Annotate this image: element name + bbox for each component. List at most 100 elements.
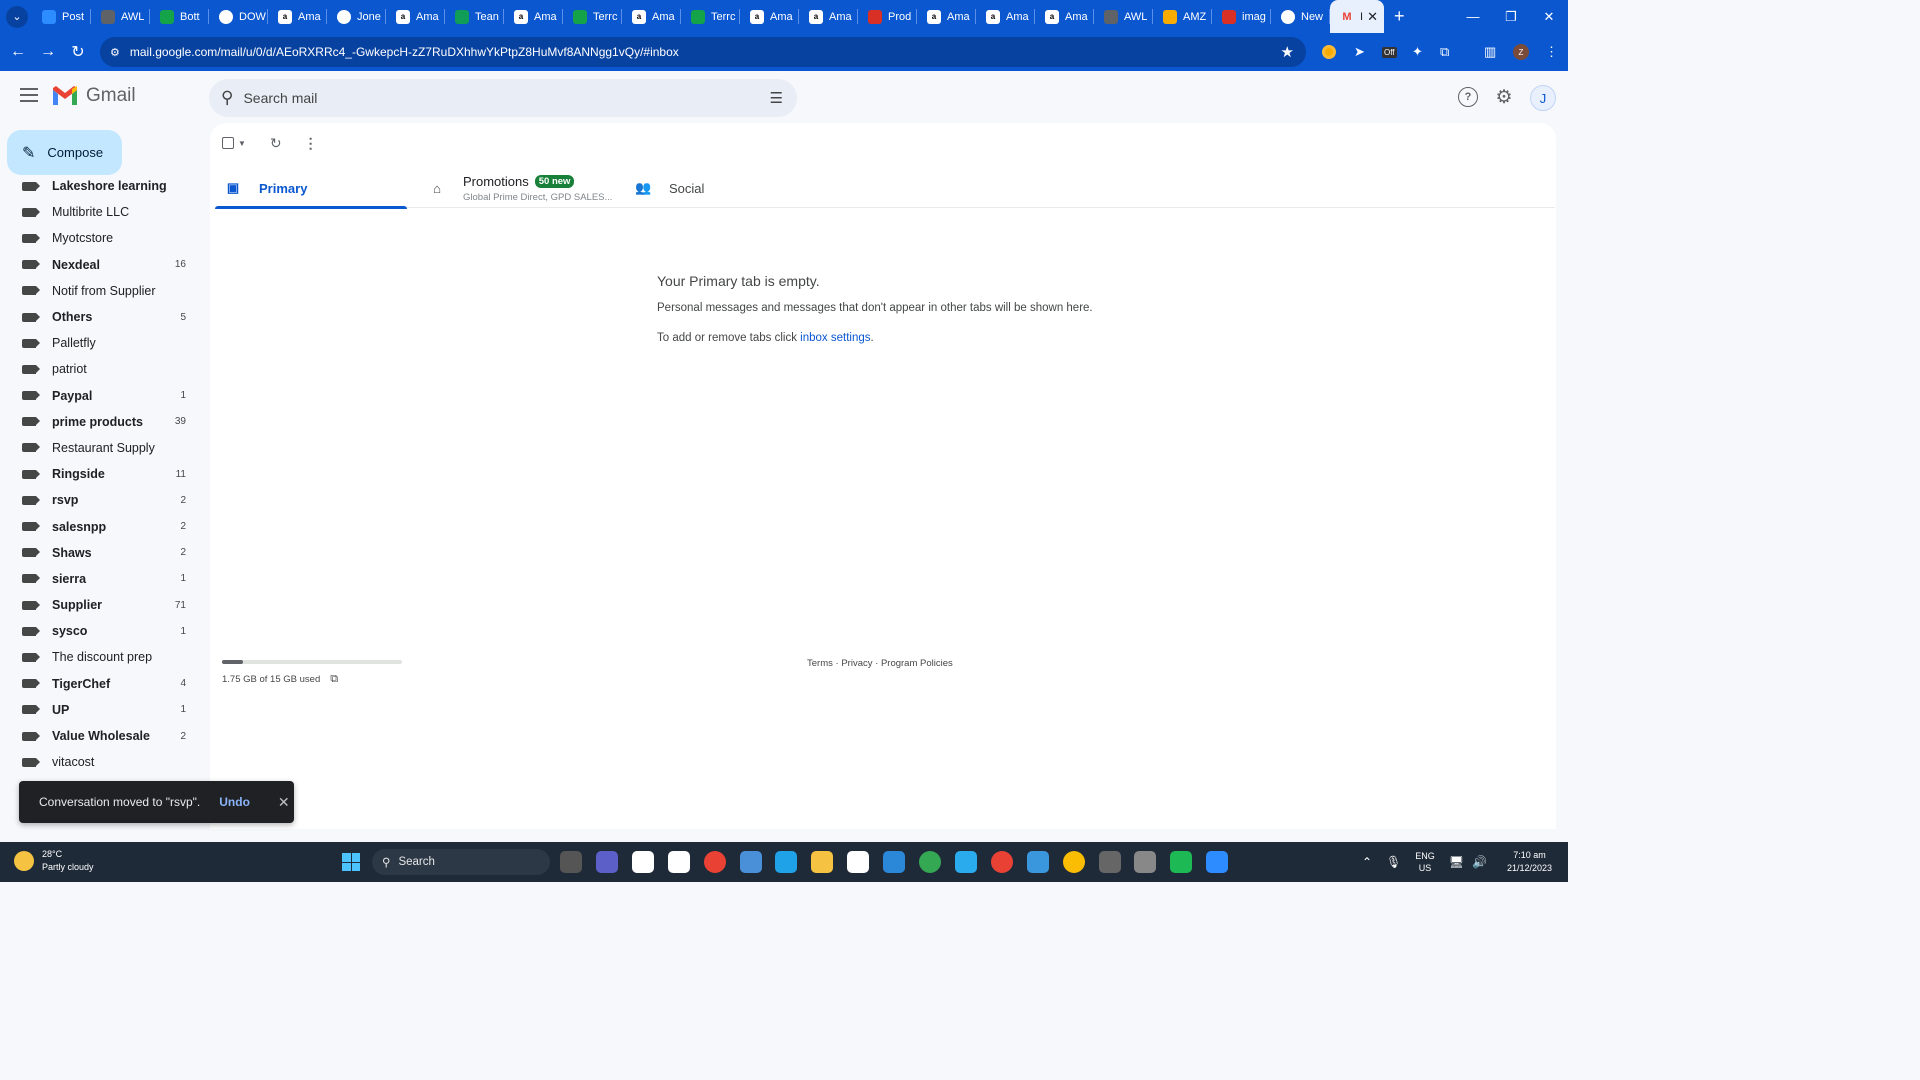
sidebar-label-item[interactable]: Ringside 11 [0,461,208,487]
sidebar-label-item[interactable]: Others 5 [0,304,208,330]
extension-arrow-icon[interactable]: ➤ [1354,33,1365,71]
sidebar-label-item[interactable]: Multibrite LLC [0,199,208,225]
browser-tab[interactable]: Bott [150,0,209,33]
forward-button[interactable]: → [33,37,63,67]
sidebar-label-item[interactable]: sierra 1 [0,566,208,592]
sidebar-label-item[interactable]: Shaws 2 [0,540,208,566]
compose-button[interactable]: ✎ Compose [7,130,122,175]
start-menu-icon[interactable] [342,853,360,871]
refresh-icon[interactable]: ↻ [270,135,282,152]
browser-tab[interactable]: a Ama [386,0,445,33]
policies-link[interactable]: Program Policies [881,658,953,669]
gmail-logo[interactable]: Gmail [52,85,136,107]
close-toast-icon[interactable]: ✕ [278,794,290,811]
account-avatar[interactable]: J [1530,85,1556,111]
sidebar-label-item[interactable]: The discount prep [0,644,208,670]
browser-tab[interactable]: Terrc [681,0,740,33]
more-options-icon[interactable]: ⋮ [304,135,318,152]
spotify-app-icon[interactable] [1170,851,1193,873]
extension-puzzle-small-icon[interactable]: ✦ [1412,33,1423,71]
browser-tab[interactable]: AWL [91,0,150,33]
tray-overflow-icon[interactable]: ⌃ [1362,855,1372,869]
edge-app-icon[interactable] [775,851,798,873]
sidebar-label-item[interactable]: vitacost [0,749,208,775]
search-options-icon[interactable]: ☰ [770,89,783,107]
mail-app-icon[interactable] [883,851,906,873]
browser-tab[interactable]: a Ama [268,0,327,33]
undo-button[interactable]: Undo [219,795,250,809]
zoom-app-icon[interactable] [1206,851,1229,873]
sidebar-label-item[interactable]: TigerChef 4 [0,671,208,697]
settings-app-icon[interactable] [1134,851,1157,873]
profile-avatar[interactable]: Z [1513,33,1529,71]
restore-button[interactable]: ❐ [1492,0,1530,33]
browser-tab[interactable]: Jone [327,0,386,33]
sidebar-label-item[interactable]: Palletfly [0,330,208,356]
chrome-app-icon[interactable] [703,851,726,873]
browser-tab[interactable]: DOW [209,0,268,33]
language-indicator[interactable]: ENG US [1415,850,1435,874]
sidebar-label-item[interactable]: Notif from Supplier [0,278,208,304]
sidebar-label-item[interactable]: Nexdeal 16 [0,252,208,278]
calculator-app-icon[interactable] [1098,851,1121,873]
address-bar[interactable]: ⚙ mail.google.com/mail/u/0/d/AEoRXRRc4_-… [100,37,1306,67]
search-input[interactable]: Search mail [243,90,317,106]
sidebar-label-item[interactable]: Restaurant Supply [0,435,208,461]
stocks-app-icon[interactable] [847,851,870,873]
search-bar[interactable]: ⚲ Search mail ☰ [209,79,797,117]
sidebar-label-item[interactable]: sysco 1 [0,618,208,644]
microphone-icon[interactable]: 🎙 [1386,855,1401,869]
sidebar-label-item[interactable]: Myotcstore [0,225,208,251]
extension-off-icon[interactable]: Off [1382,33,1397,71]
weather-widget[interactable]: 28°C Partly cloudy [14,848,94,874]
notepad-app-icon[interactable] [1026,851,1049,873]
inbox-settings-link[interactable]: inbox settings [800,332,870,344]
chrome-app-icon-3[interactable] [990,851,1013,873]
taskbar-search[interactable]: ⚲ Search [372,849,550,875]
browser-tab[interactable]: New [1271,0,1330,33]
terms-link[interactable]: Terms [807,658,833,669]
close-tab-icon[interactable]: ✕ [1367,9,1378,25]
site-info-icon[interactable]: ⚙ [110,46,120,59]
browser-tab[interactable]: Tean [445,0,504,33]
tab-primary[interactable]: ▣ Primary [215,168,407,209]
browser-tab[interactable]: a Ama [799,0,858,33]
browser-tab[interactable]: a Ama [622,0,681,33]
browser-tab[interactable]: AWL [1094,0,1153,33]
chrome-app-icon-4[interactable] [1062,851,1085,873]
sidebar-label-item[interactable]: UP 1 [0,697,208,723]
side-panel-icon[interactable]: ▥ [1484,33,1496,71]
sidebar-label-item[interactable]: Value Wholesale 2 [0,723,208,749]
help-icon[interactable]: ? [1458,87,1478,107]
browser-tab[interactable]: AMZ [1153,0,1212,33]
new-tab-button[interactable]: + [1394,6,1405,27]
remote-app-icon[interactable] [739,851,762,873]
tab-social[interactable]: 👥 Social [635,168,704,208]
search-icon[interactable]: ⚲ [221,88,233,108]
settings-gear-icon[interactable]: ⚙ [1494,87,1514,108]
select-dropdown-icon[interactable]: ▼ [238,139,246,148]
browser-tab[interactable]: a Ama [917,0,976,33]
bookmark-star-icon[interactable]: ★ [1281,43,1294,61]
folder-app-icon[interactable] [811,851,834,873]
network-icon[interactable]: 🖥 [1449,855,1464,869]
browser-tab[interactable]: Terrc [563,0,622,33]
file-explorer-app-icon[interactable] [560,851,582,873]
browser-tab[interactable]: Prod [858,0,917,33]
sidebar-label-item[interactable]: prime products 39 [0,409,208,435]
close-window-button[interactable]: ✕ [1530,0,1568,33]
tab-search-dropdown-icon[interactable]: ⌄ [6,5,28,28]
clock[interactable]: 7:10 am 21/12/2023 [1507,849,1552,875]
browser-tab[interactable]: a Ama [1035,0,1094,33]
sidebar-label-item[interactable]: Lakeshore learning [0,180,208,199]
browser-tab[interactable]: imag [1212,0,1271,33]
back-button[interactable]: ← [3,37,33,67]
browser-tab[interactable]: a Ama [504,0,563,33]
privacy-link[interactable]: Privacy [841,658,872,669]
sidebar-label-item[interactable]: patriot [0,356,208,382]
minimize-button[interactable]: — [1454,0,1492,33]
browser-menu-icon[interactable]: ⋮ [1545,33,1558,71]
extension-chrome-icon[interactable] [1322,33,1336,71]
reload-button[interactable]: ↻ [63,37,93,67]
select-all-checkbox[interactable] [222,137,234,149]
